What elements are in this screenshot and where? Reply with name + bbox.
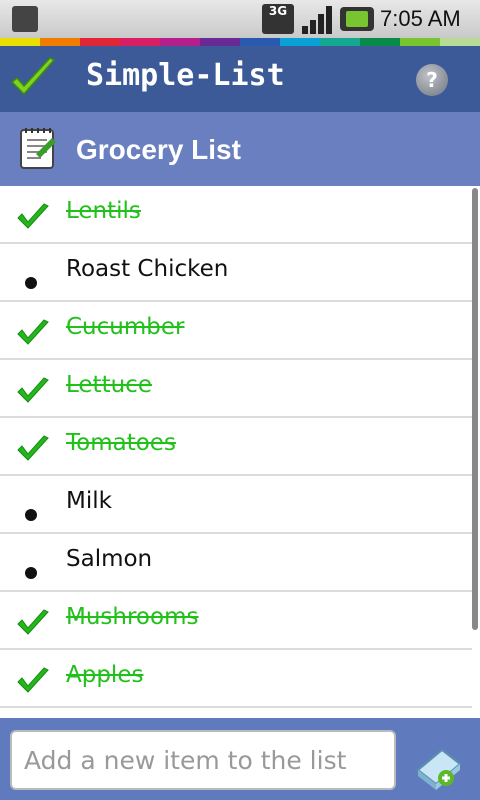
list-item[interactable]: Apples (0, 650, 472, 708)
check-icon (17, 319, 49, 345)
signal-strength-icon (300, 4, 334, 34)
battery-icon (340, 7, 374, 31)
list-item-label: Roast Chicken (66, 256, 229, 282)
list-header: Grocery List (0, 112, 480, 186)
rainbow-segment (240, 38, 280, 46)
app-header: Simple-List ? (0, 46, 480, 112)
bullet-icon (25, 277, 37, 289)
add-item-bar (0, 718, 480, 800)
rainbow-segment (280, 38, 320, 46)
new-item-input[interactable] (10, 730, 396, 790)
list-item-label: Apples (66, 662, 144, 688)
rainbow-segment (120, 38, 160, 46)
list-item[interactable]: Tomatoes (0, 418, 472, 476)
status-bar: 3G 7:05 AM (0, 0, 480, 38)
list-item-label: Tomatoes (66, 430, 176, 456)
list-item-label: Cucumber (66, 314, 185, 340)
list-item[interactable]: Salmon (0, 534, 472, 592)
network-3g-icon: 3G (262, 4, 294, 34)
rainbow-segment (200, 38, 240, 46)
check-logo-icon (10, 57, 56, 96)
sim-card-icon (12, 6, 38, 32)
help-icon[interactable]: ? (416, 64, 448, 96)
bullet-icon (25, 509, 37, 521)
rainbow-segment (40, 38, 80, 46)
list-title: Grocery List (76, 134, 241, 165)
rainbow-segment (360, 38, 400, 46)
clock-time: 7:05 AM (380, 6, 461, 31)
rainbow-segment (400, 38, 440, 46)
list-item-label: Mushrooms (66, 604, 199, 630)
list-item[interactable]: Roast Chicken (0, 244, 472, 302)
rainbow-stripe (0, 38, 480, 46)
check-icon (17, 377, 49, 403)
rainbow-segment (160, 38, 200, 46)
list-item[interactable]: Lentils (0, 186, 472, 244)
list-item-label: Milk (66, 488, 112, 514)
list-item-label: Lentils (66, 198, 141, 224)
check-icon (17, 203, 49, 229)
scrollbar[interactable] (472, 188, 478, 630)
list-item[interactable]: Milk (0, 476, 472, 534)
list-item[interactable]: Mushrooms (0, 592, 472, 650)
add-item-icon[interactable] (412, 740, 466, 792)
rainbow-segment (0, 38, 40, 46)
list-item[interactable]: Cucumber (0, 302, 472, 360)
rainbow-segment (440, 38, 480, 46)
grocery-list: Lentils Roast Chicken Cucumber Lettuce Tomat… (0, 186, 472, 708)
check-icon (17, 435, 49, 461)
list-item-label: Lettuce (66, 372, 152, 398)
bullet-icon (25, 567, 37, 579)
list-item-label: Salmon (66, 546, 153, 572)
rainbow-segment (320, 38, 360, 46)
list-item[interactable]: Lettuce (0, 360, 472, 418)
check-icon (17, 667, 49, 693)
app-title: Simple-List (86, 58, 285, 93)
rainbow-segment (80, 38, 120, 46)
notepad-icon (20, 128, 56, 169)
check-icon (17, 609, 49, 635)
